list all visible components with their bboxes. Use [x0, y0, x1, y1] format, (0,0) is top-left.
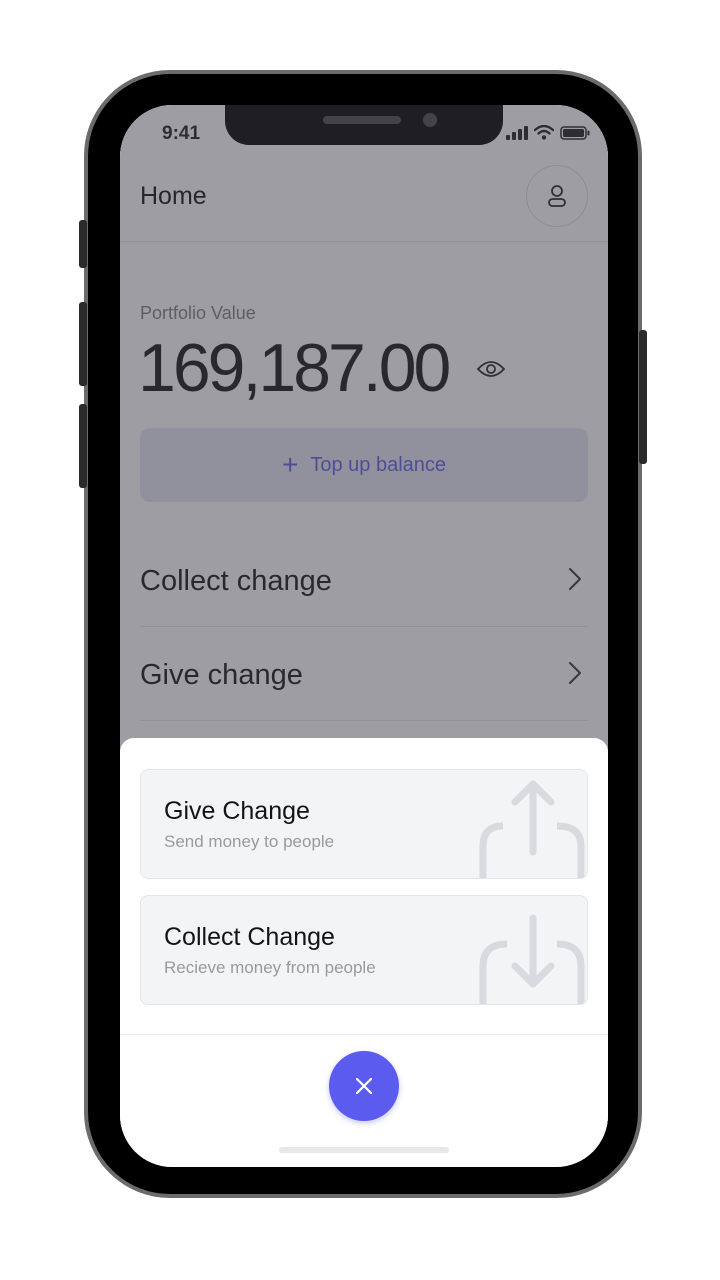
close-icon: [355, 1077, 373, 1095]
mute-switch: [79, 220, 87, 268]
volume-up-button: [79, 302, 87, 386]
bottom-sheet: Give Change Send money to people Collect…: [120, 738, 608, 1167]
power-button: [639, 330, 647, 464]
download-tray-icon: [479, 914, 585, 1004]
card-subtitle: Send money to people: [164, 832, 335, 851]
close-button[interactable]: [329, 1051, 399, 1121]
card-title: Give Change: [164, 797, 310, 825]
card-subtitle: Recieve money from people: [164, 958, 376, 977]
give-change-card[interactable]: Give Change Send money to people: [140, 769, 588, 879]
sheet-divider: [120, 1034, 608, 1035]
collect-change-card[interactable]: Collect Change Recieve money from people: [140, 895, 588, 1005]
home-indicator[interactable]: [279, 1147, 449, 1153]
share-upload-icon: [479, 780, 585, 878]
card-title: Collect Change: [164, 923, 335, 951]
volume-down-button: [79, 404, 87, 488]
phone-screen: 9:41: [120, 105, 608, 1167]
